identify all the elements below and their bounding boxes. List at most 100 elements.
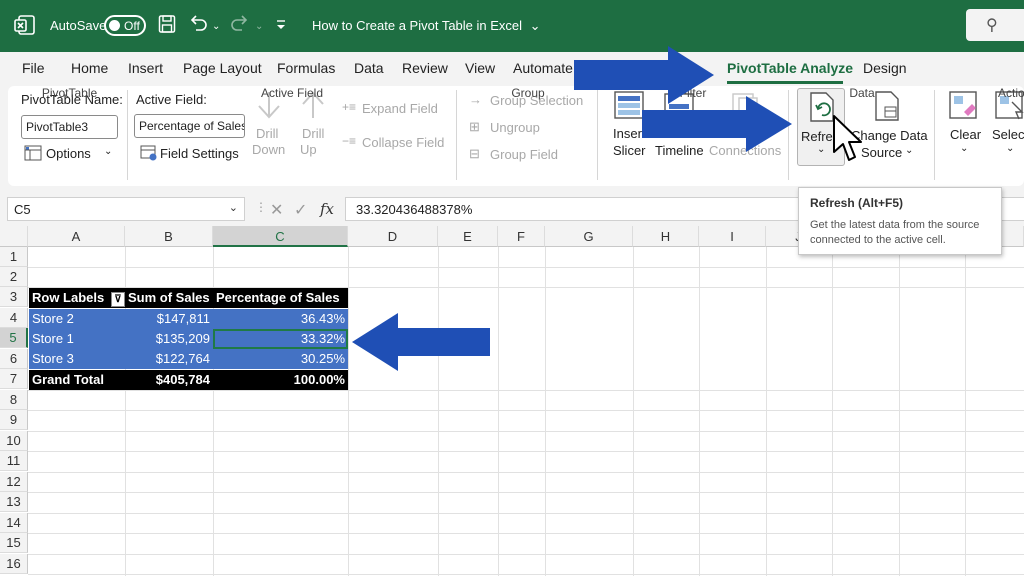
row-header-16[interactable]: 16 — [0, 554, 28, 574]
customize-qat-icon[interactable] — [274, 14, 288, 34]
collapse-field-label: Collapse Field — [362, 135, 445, 150]
options-label: Options — [46, 146, 91, 161]
pivot-sum-cell[interactable]: $135,209 — [125, 329, 213, 349]
pivot-header-percentage-of-sales[interactable]: Percentage of Sales — [213, 288, 348, 308]
tab-data[interactable]: Data — [354, 60, 384, 76]
gridline — [633, 247, 634, 576]
column-header-d[interactable]: D — [348, 226, 438, 247]
chevron-down-icon: ⌄ — [529, 18, 541, 33]
tab-pivottable-analyze[interactable]: PivotTable Analyze — [727, 60, 853, 76]
pivot-row-label[interactable]: Store 1 — [29, 329, 125, 349]
group-field-label: Group Field — [490, 147, 558, 162]
search-box[interactable]: ⚲ — [966, 9, 1024, 41]
row-header-3[interactable]: 3 — [0, 287, 28, 307]
drill-down-button[interactable]: Drill Down — [252, 90, 286, 160]
search-icon: ⚲ — [986, 17, 998, 34]
select-all-corner[interactable] — [0, 226, 28, 247]
autosave-state: Off — [124, 19, 140, 33]
pivottable-name-input[interactable]: PivotTable3 — [21, 115, 118, 139]
row-header-10[interactable]: 10 — [0, 431, 28, 451]
undo-dropdown-icon[interactable]: ⌄ — [212, 16, 220, 38]
tab-insert[interactable]: Insert — [128, 60, 163, 76]
row-header-13[interactable]: 13 — [0, 492, 28, 512]
expand-field-icon: +≡ — [342, 100, 357, 114]
row-header-11[interactable]: 11 — [0, 451, 28, 471]
redo-dropdown-icon[interactable]: ⌄ — [255, 16, 263, 38]
worksheet-grid[interactable]: A B C D E F G H I J K L M 1 2 3 4 5 6 7 … — [0, 226, 1024, 576]
row-header-9[interactable]: 9 — [0, 410, 28, 430]
pivot-percentage-cell[interactable]: 30.25% — [213, 349, 348, 369]
actions-group-label: Actions — [998, 86, 1024, 100]
save-icon[interactable] — [158, 14, 176, 34]
row-header-1[interactable]: 1 — [0, 247, 28, 267]
tab-page-layout[interactable]: Page Layout — [183, 60, 262, 76]
timeline-button[interactable]: Timeline — [655, 90, 705, 162]
pivot-sum-cell[interactable]: $122,764 — [125, 349, 213, 369]
clear-button[interactable]: Clear ⌄ — [944, 90, 984, 162]
connections-icon — [732, 93, 758, 117]
group-separator — [788, 90, 789, 180]
gridline — [832, 247, 833, 576]
row-header-7[interactable]: 7 — [0, 369, 28, 389]
tab-automate[interactable]: Automate — [513, 60, 573, 76]
insert-slicer-button[interactable]: Insert Slicer — [609, 90, 651, 162]
pivot-grand-total-sum[interactable]: $405,784 — [125, 370, 213, 390]
enter-icon[interactable]: ✓ — [294, 200, 307, 220]
pivot-row-label[interactable]: Store 3 — [29, 349, 125, 369]
column-header-a[interactable]: A — [28, 226, 125, 247]
column-header-f[interactable]: F — [498, 226, 545, 247]
active-field-input[interactable]: Percentage of Sales — [134, 114, 245, 138]
pivot-header-row-labels[interactable]: Row Labels ⊽ — [29, 288, 125, 308]
pivot-sum-cell[interactable]: $147,811 — [125, 309, 213, 329]
insert-function-icon[interactable]: fx — [320, 200, 334, 218]
redo-icon[interactable] — [230, 14, 250, 34]
group-separator — [456, 90, 457, 180]
group-selection-icon: → — [469, 92, 482, 107]
row-header-2[interactable]: 2 — [0, 267, 28, 287]
column-header-b[interactable]: B — [125, 226, 213, 247]
name-box[interactable]: C5 ⌄ — [7, 197, 245, 221]
tab-design[interactable]: Design — [863, 60, 907, 76]
filter-dropdown-icon[interactable]: ⊽ — [110, 292, 125, 307]
column-header-i[interactable]: I — [699, 226, 766, 247]
undo-icon[interactable] — [188, 14, 208, 34]
pivot-grand-total-percentage[interactable]: 100.00% — [213, 370, 348, 390]
pivot-header-sum-of-sales[interactable]: Sum of Sales — [125, 288, 213, 308]
filter-connections-button[interactable]: Connections — [709, 90, 783, 162]
column-header-g[interactable]: G — [545, 226, 633, 247]
select-button[interactable]: Select ⌄ — [990, 90, 1024, 162]
cancel-icon[interactable]: ✕ — [270, 200, 283, 220]
clear-label: Clear — [950, 127, 982, 142]
document-title[interactable]: How to Create a Pivot Table in Excel ⌄ — [312, 18, 541, 34]
row-header-6[interactable]: 6 — [0, 349, 28, 369]
drill-up-button[interactable]: Drill Up — [298, 90, 328, 160]
pivot-row-label[interactable]: Store 2 — [29, 309, 125, 329]
pivot-percentage-cell[interactable]: 36.43% — [213, 309, 348, 329]
tab-review[interactable]: Review — [402, 60, 448, 76]
row-header-4[interactable]: 4 — [0, 308, 28, 328]
expand-field-label: Expand Field — [362, 101, 438, 116]
column-header-e[interactable]: E — [438, 226, 498, 247]
row-header-12[interactable]: 12 — [0, 472, 28, 492]
pivot-grand-total-label[interactable]: Grand Total — [29, 370, 125, 390]
row-header-5[interactable]: 5 — [0, 328, 28, 348]
column-header-h[interactable]: H — [633, 226, 699, 247]
ribbon-tabs: File Home Insert Page Layout Formulas Da… — [0, 52, 1024, 84]
row-header-8[interactable]: 8 — [0, 390, 28, 410]
tab-view[interactable]: View — [465, 60, 495, 76]
tab-formulas[interactable]: Formulas — [277, 60, 335, 76]
row-header-15[interactable]: 15 — [0, 533, 28, 553]
group-group-label: Group — [511, 86, 545, 100]
row-header-14[interactable]: 14 — [0, 513, 28, 533]
autosave-toggle[interactable]: Off — [104, 15, 146, 36]
gridline — [28, 390, 1024, 391]
active-cell-c5[interactable] — [213, 329, 348, 349]
tab-home[interactable]: Home — [71, 60, 108, 76]
change-data-source-button[interactable]: Change Data Source ⌄ — [849, 90, 928, 162]
insert-slicer-label-2: Slicer — [613, 143, 646, 158]
tab-file[interactable]: File — [22, 60, 45, 76]
column-header-c[interactable]: C — [213, 226, 348, 247]
gridline — [28, 554, 1024, 555]
select-label: Select — [992, 127, 1024, 142]
gridline — [498, 247, 499, 576]
